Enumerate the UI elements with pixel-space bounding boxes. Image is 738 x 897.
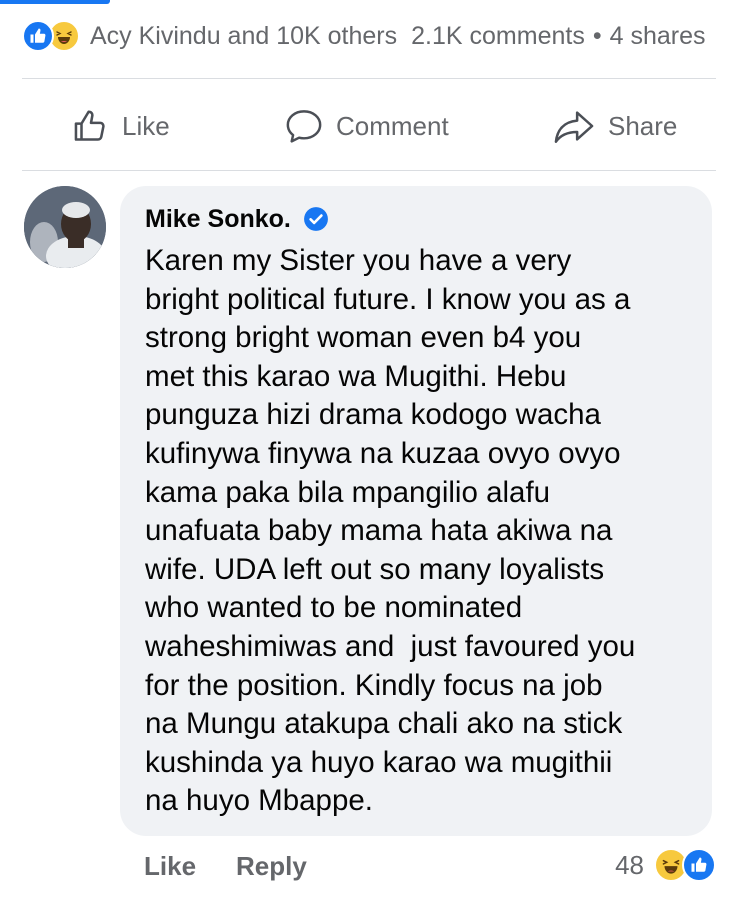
post-reaction-summary: Acy Kivindu and 10K others 2.1K comments… <box>22 18 738 54</box>
reaction-icons[interactable] <box>22 20 80 52</box>
share-arrow-icon <box>554 111 594 143</box>
top-accent-bar <box>0 0 110 4</box>
like-icon <box>22 20 54 52</box>
thumbs-up-icon <box>74 110 105 141</box>
shares-count[interactable]: 4 shares <box>610 22 706 51</box>
avatar-photo <box>24 186 106 268</box>
like-button[interactable]: Like <box>72 104 170 148</box>
comment-like-button[interactable]: Like <box>144 851 196 882</box>
reactors-text[interactable]: Acy Kivindu and 10K others <box>90 22 397 51</box>
like-icon <box>682 848 716 882</box>
comment-bubble: Mike Sonko. Karen my Sister you have a v… <box>120 186 712 836</box>
comment-reply-button[interactable]: Reply <box>236 851 307 882</box>
divider-top <box>22 78 716 79</box>
separator-dot: • <box>592 21 602 50</box>
post-action-bar: Like Comment Share <box>0 84 738 170</box>
divider-bottom <box>22 170 716 171</box>
comment-label: Comment <box>336 110 449 141</box>
speech-bubble-icon <box>286 110 322 143</box>
comment-text: Karen my Sister you have a very bright p… <box>145 244 636 818</box>
comment-reaction-count: 48 <box>615 849 644 880</box>
share-button[interactable]: Share <box>552 104 677 148</box>
share-label: Share <box>608 110 678 141</box>
verified-badge-icon <box>303 206 329 232</box>
comment-reaction-summary[interactable]: 48 <box>615 846 716 884</box>
comment-action-row: Like Reply <box>144 848 307 884</box>
avatar[interactable] <box>24 186 106 268</box>
comment-author-row: Mike Sonko. <box>145 204 688 234</box>
like-label: Like <box>122 110 170 141</box>
comments-count[interactable]: 2.1K comments <box>411 22 585 51</box>
comment-button[interactable]: Comment <box>284 104 449 148</box>
comment-author[interactable]: Mike Sonko. <box>145 205 291 234</box>
